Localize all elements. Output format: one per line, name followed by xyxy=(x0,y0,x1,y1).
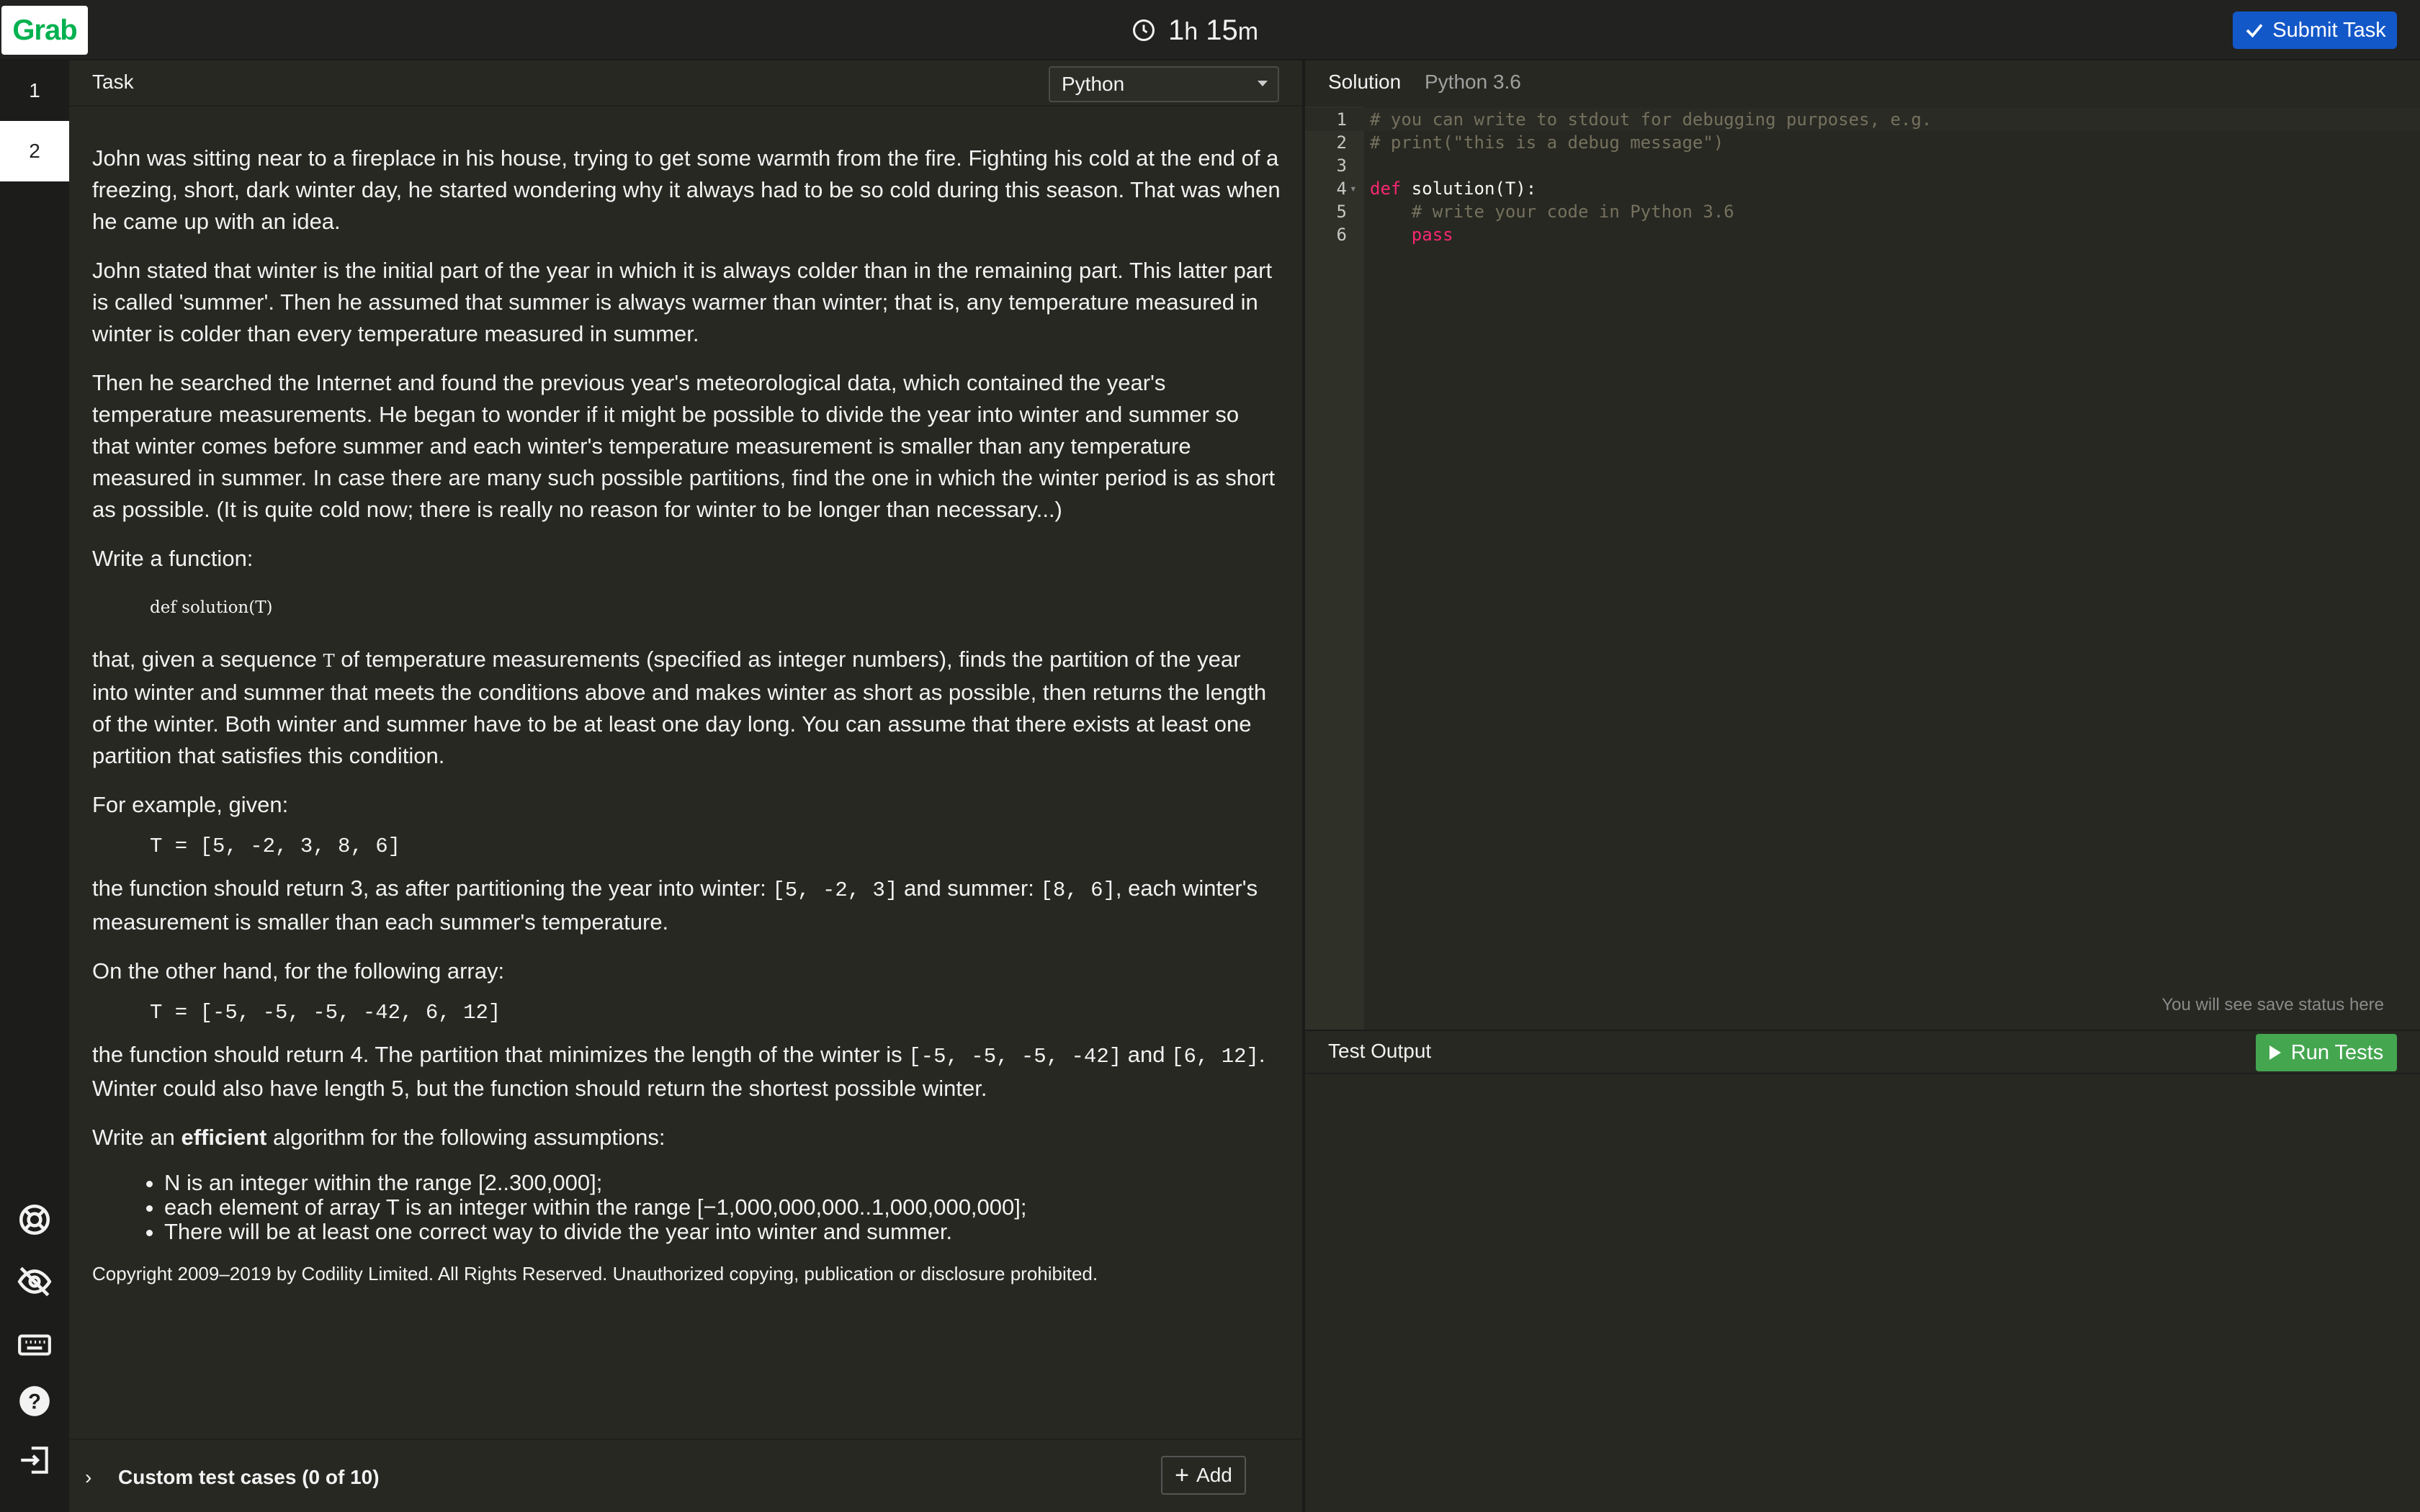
code-rest: solution(T): xyxy=(1401,179,1537,199)
solution-panel: Solution Python 3.6 1 # you can write to… xyxy=(1305,60,2420,1030)
text: Write an xyxy=(92,1125,182,1150)
submit-task-label: Submit Task xyxy=(2272,18,2386,42)
paragraph: the function should return 3, as after p… xyxy=(92,873,1281,938)
test-output-panel: Test Output Run Tests xyxy=(1305,1030,2420,1512)
timer-hours-unit: h xyxy=(1184,17,1198,45)
list-item: each element of array T is an integer wi… xyxy=(164,1195,1281,1220)
solution-version: Python 3.6 xyxy=(1425,71,1521,93)
code-text: # write your code in Python 3.6 xyxy=(1370,202,1734,222)
code-line[interactable]: 5 # write your code in Python 3.6 xyxy=(1305,200,2420,223)
eye-icon[interactable] xyxy=(13,1260,56,1303)
text: the function should return 4. The partit… xyxy=(92,1042,909,1067)
line-number: 6 xyxy=(1336,225,1347,245)
run-tests-button[interactable]: Run Tests xyxy=(2256,1034,2397,1071)
inline-code: [-5, -5, -5, -42] xyxy=(908,1045,1122,1068)
assumptions-list: N is an integer within the range [2..300… xyxy=(164,1171,1281,1244)
solution-title: Solution xyxy=(1328,71,1402,93)
text: algorithm for the following assumptions: xyxy=(266,1125,666,1150)
test-output-header: Test Output Run Tests xyxy=(1305,1031,2420,1074)
paragraph: Then he searched the Internet and found … xyxy=(92,370,1276,522)
copyright-notice: Copyright 2009–2019 by Codility Limited.… xyxy=(92,1263,1098,1284)
checkmark-icon xyxy=(2246,24,2263,38)
paragraph: Write a function: xyxy=(92,546,254,571)
paragraph: Write an efficient algorithm for the fol… xyxy=(92,1122,1281,1153)
paragraph: On the other hand, for the following arr… xyxy=(92,958,505,984)
paragraph: the function should return 4. The partit… xyxy=(92,1039,1281,1104)
line-number: 1 xyxy=(1336,109,1347,130)
keyboard-icon[interactable] xyxy=(13,1322,56,1365)
language-select[interactable]: Python xyxy=(1049,66,1279,102)
code-text: def solution(T): xyxy=(1370,177,1536,200)
task-description: John was sitting near to a fireplace in … xyxy=(92,143,1281,1303)
inline-code: T xyxy=(323,651,335,671)
chevron-right-icon[interactable]: › xyxy=(85,1466,91,1489)
code-line[interactable]: 2 # print("this is a debug message") xyxy=(1305,131,2420,154)
text: and xyxy=(1121,1042,1172,1067)
function-signature: def solution(T) xyxy=(150,598,273,617)
code-line[interactable]: 3 xyxy=(1305,154,2420,177)
timer-minutes: 15 xyxy=(1206,14,1238,46)
help-icon[interactable]: ? xyxy=(13,1380,56,1423)
line-number: 2 xyxy=(1336,132,1347,153)
inline-code: [5, -2, 3] xyxy=(772,878,898,902)
test-output-title: Test Output xyxy=(1328,1040,1432,1062)
add-label: Add xyxy=(1196,1464,1232,1486)
clock-icon xyxy=(1133,19,1155,41)
inline-code: [8, 6] xyxy=(1040,878,1116,902)
code-line[interactable]: 6 pass xyxy=(1305,223,2420,246)
list-item: There will be at least one correct way t… xyxy=(164,1220,1281,1244)
example-code-1: T = [5, -2, 3, 8, 6] xyxy=(150,834,401,858)
play-icon xyxy=(2269,1045,2281,1060)
inline-code: [6, 12] xyxy=(1171,1045,1259,1068)
emphasis: efficient xyxy=(181,1125,267,1150)
task-panel-header: Task Python xyxy=(69,60,1302,107)
custom-test-cases-toggle[interactable]: Custom test cases (0 of 10) xyxy=(118,1466,380,1489)
task-tab-2[interactable]: 2 xyxy=(0,121,69,181)
timer-hours: 1 xyxy=(1168,14,1185,46)
paragraph: John was sitting near to a fireplace in … xyxy=(92,145,1281,234)
submit-task-button[interactable]: Submit Task xyxy=(2233,12,2397,49)
task-panel: Task Python John was sitting near to a f… xyxy=(69,60,1302,1512)
svg-text:?: ? xyxy=(28,1390,41,1413)
plus-icon: + xyxy=(1175,1462,1190,1489)
line-number: 3 xyxy=(1336,156,1347,176)
paragraph: John stated that winter is the initial p… xyxy=(92,258,1273,346)
top-bar: Grab 1h 15m Submit Task xyxy=(0,0,2420,60)
list-item: N is an integer within the range [2..300… xyxy=(164,1171,1281,1195)
text: the function should return 3, as after p… xyxy=(92,876,773,901)
code-text: # you can write to stdout for debugging … xyxy=(1370,109,1932,130)
code-text: # print("this is a debug message") xyxy=(1370,132,1724,153)
language-select-value: Python xyxy=(1062,73,1125,95)
line-number: 5 xyxy=(1336,202,1347,222)
fold-arrow-icon[interactable]: ▾ xyxy=(1350,177,1357,200)
paragraph: For example, given: xyxy=(92,792,289,817)
keyword: def xyxy=(1370,179,1402,199)
exit-icon[interactable] xyxy=(13,1439,56,1482)
task-tab-1[interactable]: 1 xyxy=(0,60,69,121)
code-line[interactable]: 4 ▾ def solution(T): xyxy=(1305,177,2420,200)
code-editor[interactable]: 1 # you can write to stdout for debuggin… xyxy=(1305,108,2420,246)
paragraph: that, given a sequence T of temperature … xyxy=(92,644,1281,772)
run-tests-label: Run Tests xyxy=(2290,1040,2384,1064)
save-status: You will see save status here xyxy=(2161,995,2384,1014)
line-number: 4 xyxy=(1336,179,1347,199)
example-code-2: T = [-5, -5, -5, -42, 6, 12] xyxy=(150,1001,501,1025)
custom-test-cases-bar: › Custom test cases (0 of 10) + Add xyxy=(69,1439,1302,1512)
code-text: pass xyxy=(1370,225,1453,245)
timer-minutes-unit: m xyxy=(1237,17,1259,45)
solution-header: Solution Python 3.6 xyxy=(1305,60,2420,107)
grab-logo: Grab xyxy=(1,6,88,55)
text: and summer: xyxy=(897,876,1041,901)
support-icon[interactable] xyxy=(13,1198,56,1241)
task-title: Task xyxy=(92,71,134,93)
timer: 1h 15m xyxy=(1131,10,1258,50)
code-line[interactable]: 1 # you can write to stdout for debuggin… xyxy=(1305,108,2420,131)
caret-down-icon xyxy=(1258,81,1268,86)
add-test-case-button[interactable]: + Add xyxy=(1161,1456,1246,1495)
text: that, given a sequence xyxy=(92,647,323,672)
left-rail: 1 2 ? xyxy=(0,60,69,1512)
